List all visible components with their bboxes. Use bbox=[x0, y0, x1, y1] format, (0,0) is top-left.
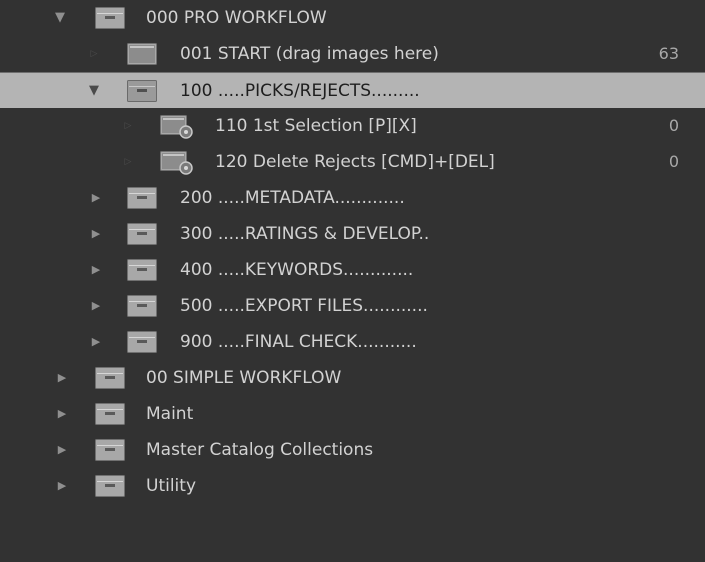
disclosure-triangle-right-icon[interactable]: ▶ bbox=[88, 288, 104, 324]
collection-set-icon bbox=[95, 0, 125, 36]
collection-set-label: 300 .....RATINGS & DEVELOP.. bbox=[180, 224, 430, 244]
collection-set-icon bbox=[127, 73, 157, 109]
collection-set-label: 900 .....FINAL CHECK........... bbox=[180, 332, 417, 352]
disclosure-triangle-right-icon[interactable]: ▶ bbox=[54, 396, 70, 432]
disclosure-triangle-right-icon[interactable]: ▶ bbox=[88, 252, 104, 288]
disclosure-triangle-right-icon[interactable]: ▶ bbox=[54, 432, 70, 468]
collection-set-final-check[interactable]: ▶ 900 .....FINAL CHECK........... bbox=[0, 324, 705, 360]
collection-set-icon bbox=[95, 468, 125, 504]
disclosure-triangle-right-icon[interactable]: ▶ bbox=[54, 360, 70, 396]
disclosure-triangle-down-icon[interactable]: ▼ bbox=[52, 0, 68, 36]
collection-start[interactable]: ▷ 001 START (drag images here) 63 bbox=[0, 36, 705, 72]
collection-set-icon bbox=[127, 288, 157, 324]
smart-collection-icon bbox=[160, 144, 194, 180]
smart-collection-delete-rejects[interactable]: ▷ 120 Delete Rejects [CMD]+[DEL] 0 bbox=[0, 144, 705, 180]
collection-set-label: 000 PRO WORKFLOW bbox=[146, 8, 327, 28]
collection-set-label: Utility bbox=[146, 476, 197, 496]
collection-label: 001 START (drag images here) bbox=[180, 44, 439, 64]
collection-set-icon bbox=[95, 360, 125, 396]
collection-set-label: 400 .....KEYWORDS............. bbox=[180, 260, 414, 280]
collection-label: 110 1st Selection [P][X] bbox=[215, 116, 417, 136]
collection-set-master-catalog[interactable]: ▶ Master Catalog Collections bbox=[0, 432, 705, 468]
collection-set-simple-workflow[interactable]: ▶ 00 SIMPLE WORKFLOW bbox=[0, 360, 705, 396]
collection-set-label: 00 SIMPLE WORKFLOW bbox=[146, 368, 342, 388]
collection-set-label: 500 .....EXPORT FILES............ bbox=[180, 296, 428, 316]
collection-set-ratings-develop[interactable]: ▶ 300 .....RATINGS & DEVELOP.. bbox=[0, 216, 705, 252]
collection-label: 120 Delete Rejects [CMD]+[DEL] bbox=[215, 152, 495, 172]
collection-set-metadata[interactable]: ▶ 200 .....METADATA............. bbox=[0, 180, 705, 216]
disclosure-triangle-right-icon[interactable]: ▶ bbox=[88, 180, 104, 216]
collection-set-label: 100 .....PICKS/REJECTS......... bbox=[180, 81, 420, 101]
collection-set-icon bbox=[127, 324, 157, 360]
collection-set-label: Master Catalog Collections bbox=[146, 440, 374, 460]
disclosure-triangle-right-icon[interactable]: ▶ bbox=[54, 468, 70, 504]
collection-set-label: Maint bbox=[146, 404, 194, 424]
collection-set-picks-rejects[interactable]: ▼ 100 .....PICKS/REJECTS......... bbox=[0, 72, 705, 108]
disclosure-placeholder-icon: ▷ bbox=[124, 121, 132, 131]
collection-set-maint[interactable]: ▶ Maint bbox=[0, 396, 705, 432]
collection-set-label: 200 .....METADATA............. bbox=[180, 188, 405, 208]
collection-set-icon bbox=[95, 396, 125, 432]
disclosure-triangle-down-icon[interactable]: ▼ bbox=[86, 73, 102, 109]
smart-collection-icon bbox=[160, 108, 194, 144]
disclosure-triangle-right-icon[interactable]: ▶ bbox=[88, 324, 104, 360]
collection-set-pro-workflow[interactable]: ▼ 000 PRO WORKFLOW bbox=[0, 0, 705, 36]
collection-set-keywords[interactable]: ▶ 400 .....KEYWORDS............. bbox=[0, 252, 705, 288]
collection-count: 0 bbox=[668, 152, 679, 171]
collection-set-icon bbox=[95, 432, 125, 468]
smart-collection-first-selection[interactable]: ▷ 110 1st Selection [P][X] 0 bbox=[0, 108, 705, 144]
collection-set-icon bbox=[127, 216, 157, 252]
collection-count: 63 bbox=[658, 44, 679, 63]
collection-set-icon bbox=[127, 252, 157, 288]
collection-set-utility[interactable]: ▶ Utility bbox=[0, 468, 705, 504]
collection-count: 0 bbox=[668, 116, 679, 135]
disclosure-placeholder-icon: ▷ bbox=[124, 157, 132, 167]
disclosure-triangle-right-icon[interactable]: ▶ bbox=[88, 216, 104, 252]
collection-icon bbox=[127, 36, 157, 72]
disclosure-placeholder-icon: ▷ bbox=[90, 49, 98, 59]
collections-panel: ▼ 000 PRO WORKFLOW ▷ 001 START (drag ima… bbox=[0, 0, 705, 562]
collection-set-icon bbox=[127, 180, 157, 216]
collection-set-export-files[interactable]: ▶ 500 .....EXPORT FILES............ bbox=[0, 288, 705, 324]
